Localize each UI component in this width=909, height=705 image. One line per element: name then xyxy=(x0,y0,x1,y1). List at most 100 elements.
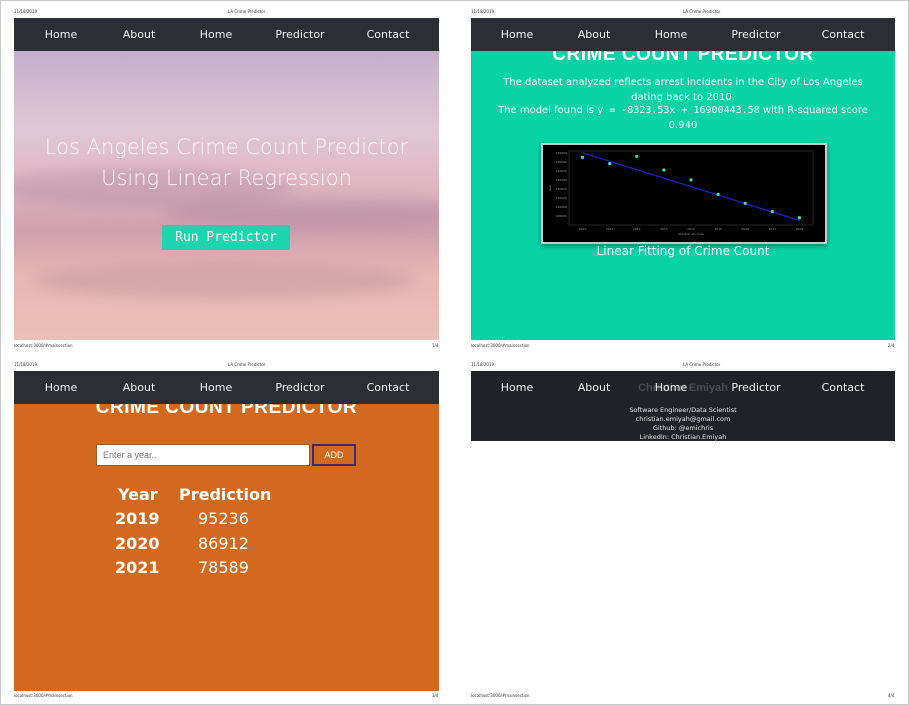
regression-chart: 100000 110000 120000 130000 140000 150000 1600… xyxy=(541,143,827,244)
column-header-year: Year xyxy=(118,485,158,504)
page-date: 11/18/2019 xyxy=(14,9,38,14)
nav-contact[interactable]: Contact xyxy=(367,18,410,51)
x-tick-label: 2010 xyxy=(579,227,587,231)
predictor-section: Home About Home Predictor Contact CRIME … xyxy=(14,371,439,691)
page-number: 3/4 xyxy=(432,693,439,698)
x-tick-label: 2013 xyxy=(660,227,668,231)
data-point xyxy=(662,168,666,172)
y-tick-label: 140000 xyxy=(556,178,568,182)
equation: y = -8323.53x + 16900443.58 xyxy=(597,105,760,116)
page-date: 11/18/2019 xyxy=(471,362,495,367)
page-date: 11/18/2019 xyxy=(14,362,38,367)
year-input[interactable]: Enter a year.. xyxy=(96,444,310,466)
y-tick-label: 130000 xyxy=(556,187,568,191)
row-year: 2019 xyxy=(115,509,160,528)
navbar: Home About Home Predictor Contact xyxy=(14,371,439,404)
chart-svg: 100000 110000 120000 130000 140000 150000 1600… xyxy=(548,150,814,236)
data-point xyxy=(743,201,747,205)
nav-about[interactable]: About xyxy=(123,371,156,404)
y-tick-label: 150000 xyxy=(556,169,568,173)
page-url: localhost:3000/#mainsection xyxy=(14,343,73,348)
x-tick-label: 2018 xyxy=(796,227,804,231)
nav-contact[interactable]: Contact xyxy=(822,371,865,404)
x-tick-label: 2015 xyxy=(714,227,722,231)
chart-caption: Linear Fitting of Crime Count xyxy=(596,244,770,258)
nav-home-2[interactable]: Home xyxy=(655,371,687,404)
r-squared-score: 0.940 xyxy=(668,120,698,131)
dataset-description: The dataset analyzed reflects arrest inc… xyxy=(503,77,863,103)
page-number: 4/4 xyxy=(888,693,895,698)
nav-about[interactable]: About xyxy=(578,18,611,51)
data-point xyxy=(770,209,774,214)
nav-home[interactable]: Home xyxy=(501,371,533,404)
page-url: localhost:3000/#mainsection xyxy=(14,693,73,698)
data-point xyxy=(635,154,639,159)
data-point xyxy=(716,192,720,196)
add-button[interactable]: ADD xyxy=(312,444,356,466)
row-year: 2020 xyxy=(115,534,160,553)
cloud-shape xyxy=(164,198,439,228)
run-predictor-button[interactable]: Run Predictor xyxy=(162,225,290,250)
y-axis-label: Year xyxy=(548,184,552,191)
model-equation-text: The model found is y = -8323.53x + 16900… xyxy=(491,103,875,133)
y-tick-label: 100000 xyxy=(556,214,568,218)
navbar: Home About Home Predictor Contact xyxy=(471,18,895,51)
nav-contact[interactable]: Contact xyxy=(822,18,865,51)
navbar: Home About Home Predictor Contact xyxy=(471,371,895,404)
row-year: 2021 xyxy=(115,558,160,577)
x-tick-label: 2014 xyxy=(687,227,695,231)
contact-linkedin[interactable]: LinkedIn: Christian.Emiyah xyxy=(471,433,895,441)
nav-about[interactable]: About xyxy=(123,18,156,51)
x-axis-label: Number of crime xyxy=(678,232,703,236)
x-tick-label: 2011 xyxy=(606,227,614,231)
equation-suffix: with R-squared score xyxy=(759,105,868,116)
nav-predictor[interactable]: Predictor xyxy=(275,371,324,404)
cloud-shape xyxy=(34,263,414,298)
hero-title-line1: Los Angeles Crime Count Predictor xyxy=(44,135,409,159)
column-header-prediction: Prediction xyxy=(179,485,272,504)
x-tick-label: 2012 xyxy=(633,227,641,231)
page-date: 11/18/2019 xyxy=(471,9,495,14)
page-title: LA Crime Predictor xyxy=(683,362,721,367)
page-title: LA Crime Predictor xyxy=(228,9,266,14)
nav-home[interactable]: Home xyxy=(45,18,77,51)
hero-section: Home About Home Predictor Contact Los An… xyxy=(14,18,439,340)
nav-predictor[interactable]: Predictor xyxy=(731,18,780,51)
page-number: 1/4 xyxy=(432,343,439,348)
row-prediction: 86912 xyxy=(198,534,249,553)
equation-prefix: The model found is xyxy=(498,105,598,116)
data-point xyxy=(608,162,612,166)
y-tick-label: 160000 xyxy=(556,160,568,164)
contact-section: Christian Emiyah Home About Home Predict… xyxy=(471,371,895,441)
page-url: localhost:3000/#mainsection xyxy=(471,343,530,348)
nav-home[interactable]: Home xyxy=(45,371,77,404)
nav-predictor[interactable]: Predictor xyxy=(731,371,780,404)
hero-title-line2: Using Linear Regression xyxy=(101,166,352,190)
y-tick-label: 110000 xyxy=(556,205,568,209)
nav-predictor[interactable]: Predictor xyxy=(275,18,324,51)
page-url: localhost:3000/#mainsection xyxy=(471,693,530,698)
nav-about[interactable]: About xyxy=(578,371,611,404)
x-tick-label: 2017 xyxy=(769,227,777,231)
x-tick-label: 2016 xyxy=(741,227,749,231)
regression-line xyxy=(582,152,800,222)
page-number: 2/4 xyxy=(888,343,895,348)
row-prediction: 78589 xyxy=(198,558,249,577)
data-point xyxy=(580,155,585,159)
page-title: LA Crime Predictor xyxy=(228,362,266,367)
nav-home-2[interactable]: Home xyxy=(200,18,232,51)
data-point xyxy=(797,216,802,220)
nav-home-2[interactable]: Home xyxy=(655,18,687,51)
page-title: LA Crime Predictor xyxy=(683,9,721,14)
row-prediction: 95236 xyxy=(198,509,249,528)
nav-contact[interactable]: Contact xyxy=(367,371,410,404)
contact-email[interactable]: christian.emiyah@gmail.com xyxy=(471,415,895,423)
nav-home-2[interactable]: Home xyxy=(200,371,232,404)
y-tick-label: 170000 xyxy=(556,151,568,155)
y-tick-label: 120000 xyxy=(556,196,568,200)
hero-title: Los Angeles Crime Count Predictor Using … xyxy=(14,132,439,194)
contact-github[interactable]: Github: @emichris xyxy=(471,424,895,432)
data-point xyxy=(689,178,693,182)
contact-role: Software Engineer/Data Scientist xyxy=(629,406,737,414)
nav-home[interactable]: Home xyxy=(501,18,533,51)
